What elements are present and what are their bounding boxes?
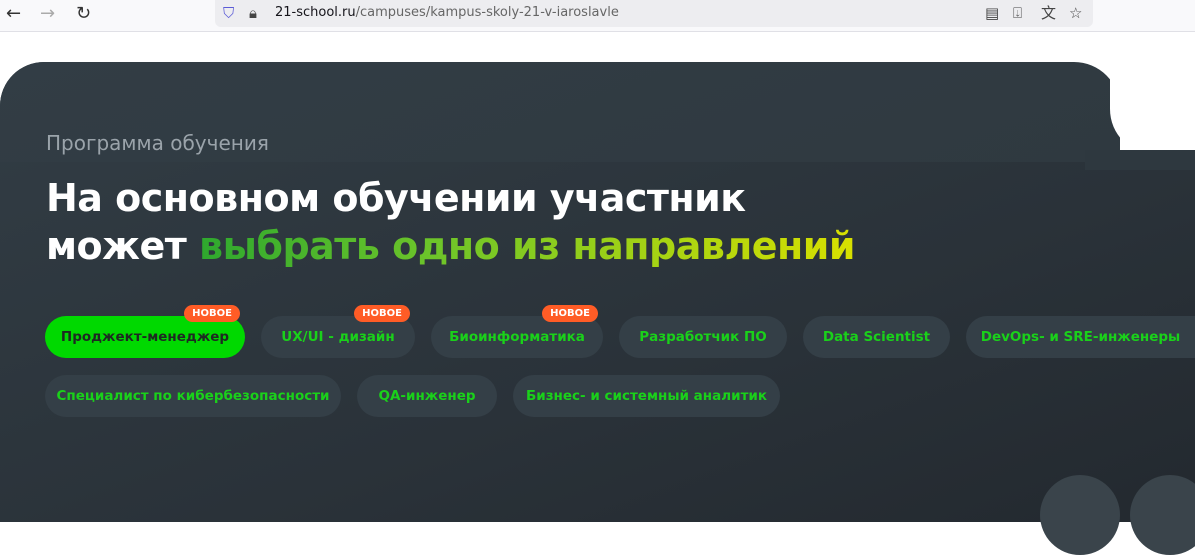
decorative-circle bbox=[1040, 475, 1120, 555]
program-label: Специалист по кибербезопасности bbox=[56, 388, 330, 404]
program-tab-devops[interactable]: DevOps- и SRE-инженеры bbox=[966, 316, 1195, 358]
new-badge: НОВОЕ bbox=[542, 305, 598, 322]
program-label: Бизнес- и системный аналитик bbox=[525, 388, 768, 404]
program-tab-qa[interactable]: QA-инженер bbox=[357, 375, 497, 417]
program-label: Data Scientist bbox=[822, 329, 931, 345]
shield-icon[interactable]: ⛉ bbox=[223, 0, 234, 26]
translate-icon[interactable]: 文 bbox=[1041, 0, 1056, 26]
program-label: Биоинформатика bbox=[449, 329, 585, 345]
lock-icon[interactable]: 🔒︎ bbox=[249, 0, 257, 26]
title-plain: может bbox=[46, 224, 200, 268]
program-tab-data-scientist[interactable]: Data Scientist bbox=[803, 316, 950, 358]
program-tab-cybersecurity[interactable]: Специалист по кибербезопасности bbox=[45, 375, 341, 417]
back-button[interactable]: ← bbox=[6, 3, 21, 25]
program-label: Разработчик ПО bbox=[639, 329, 767, 345]
url-host: 21-school.ru bbox=[275, 5, 356, 20]
title-highlight: выбрать одно из направлений bbox=[199, 224, 856, 268]
program-tab-bioinformatics[interactable]: Биоинформатика НОВОЕ bbox=[431, 305, 603, 358]
panel-strip bbox=[1085, 150, 1195, 170]
download-icon[interactable]: ⍗ bbox=[1013, 0, 1022, 26]
new-badge: НОВОЕ bbox=[354, 305, 410, 322]
program-label: QA-инженер bbox=[378, 388, 476, 404]
program-label: DevOps- и SRE-инженеры bbox=[980, 329, 1181, 345]
reader-view-icon[interactable]: ▤ bbox=[985, 0, 999, 26]
forward-button[interactable]: → bbox=[40, 3, 55, 25]
program-label: Проджект-менеджер bbox=[60, 329, 230, 345]
title-line-1: На основном обучении участник bbox=[46, 176, 746, 220]
section-subtitle: Программа обучения bbox=[46, 131, 269, 155]
browser-toolbar: ← → ↻ ⛉ 🔒︎ 21-school.ru/campuses/kampus-… bbox=[0, 0, 1195, 32]
title-line-2: может выбрать одно из направлений bbox=[46, 222, 856, 270]
new-badge: НОВОЕ bbox=[184, 305, 240, 322]
program-tab-project-manager[interactable]: Проджект-менеджер НОВОЕ bbox=[45, 305, 245, 358]
program-label: UX/UI - дизайн bbox=[281, 329, 395, 345]
url-path: /campuses/kampus-skoly-21-v-iaroslavle bbox=[355, 5, 619, 20]
decorative-circle bbox=[1130, 475, 1195, 555]
reload-button[interactable]: ↻ bbox=[76, 3, 91, 25]
address-bar[interactable]: ⛉ 🔒︎ 21-school.ru/campuses/kampus-skoly-… bbox=[215, 0, 1093, 27]
section-title: На основном обучении участник может выбр… bbox=[46, 174, 856, 270]
program-tab-developer[interactable]: Разработчик ПО bbox=[619, 316, 787, 358]
program-tab-analyst[interactable]: Бизнес- и системный аналитик bbox=[513, 375, 780, 417]
bookmark-star-icon[interactable]: ☆ bbox=[1069, 0, 1082, 26]
program-tab-uxui[interactable]: UX/UI - дизайн НОВОЕ bbox=[261, 305, 415, 358]
notch-corner bbox=[1110, 62, 1195, 155]
